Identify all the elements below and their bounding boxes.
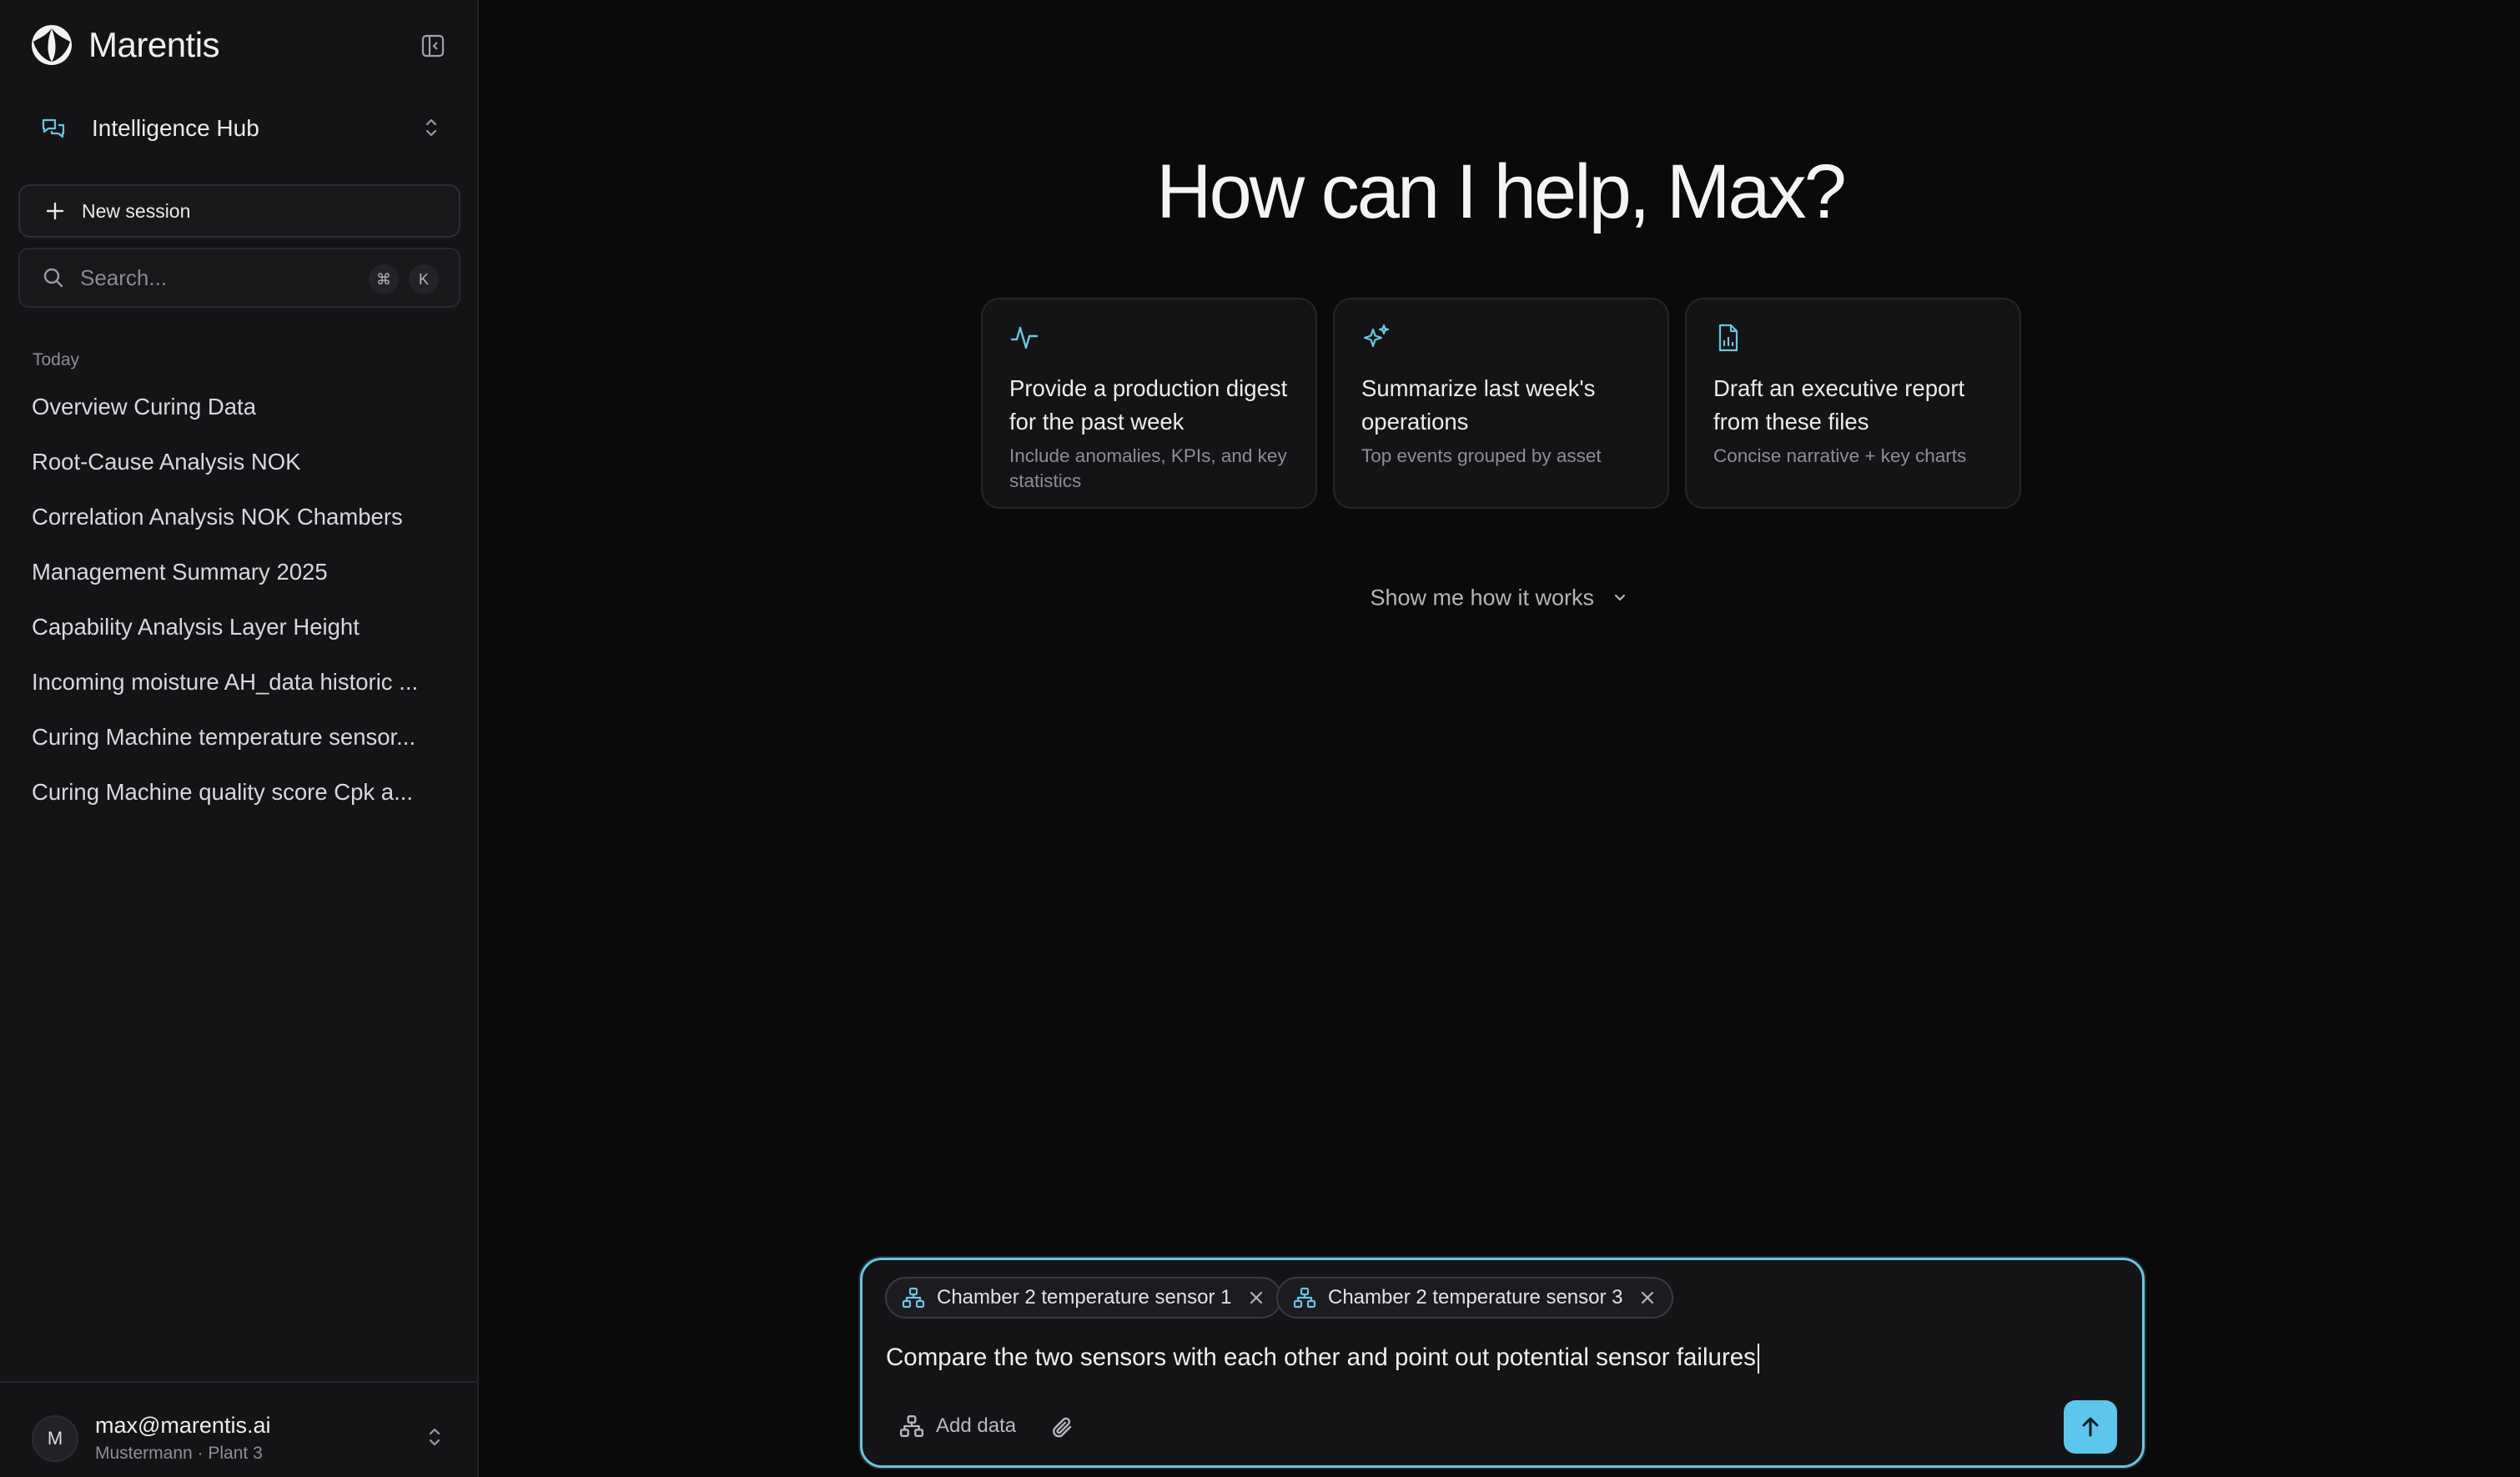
activity-icon (1010, 326, 1039, 349)
session-history-list: Overview Curing Data Root-Cause Analysis… (0, 379, 477, 820)
composer-text: Compare the two sensors with each other … (886, 1344, 1756, 1371)
session-item[interactable]: Management Summary 2025 (0, 545, 477, 600)
suggestion-card-executive-report[interactable]: Draft an executive report from these fil… (1685, 298, 2021, 509)
arrow-up-icon (2082, 1417, 2099, 1437)
marentis-logo-icon (32, 25, 72, 65)
suggestion-card-weekly-summary[interactable]: Summarize last week's operations Top eve… (1333, 298, 1669, 509)
close-icon (1641, 1291, 1653, 1304)
workspace-label: Intelligence Hub (92, 115, 259, 141)
paperclip-icon (1053, 1417, 1072, 1438)
session-item[interactable]: Incoming moisture AH_data historic ... (0, 655, 477, 710)
chevron-down-icon (1614, 594, 1625, 600)
hierarchy-icon (899, 1415, 924, 1437)
file-chart-icon (1718, 324, 1738, 352)
plus-icon (46, 202, 64, 220)
suggestion-card-production-digest[interactable]: Provide a production digest for the past… (981, 298, 1317, 509)
new-session-button[interactable]: New session (18, 184, 460, 238)
chevron-up-down-icon (429, 1428, 440, 1446)
session-item[interactable]: Capability Analysis Layer Height (0, 600, 477, 655)
hierarchy-icon (902, 1287, 925, 1309)
search-icon (43, 268, 63, 288)
card-title: Summarize last week's operations (1361, 375, 1596, 435)
collapse-sidebar-button[interactable] (417, 30, 449, 62)
card-subtitle: Include anomalies, KPIs, and key statist… (1009, 445, 1287, 491)
chat-bubbles-icon (42, 118, 65, 138)
close-icon (1250, 1291, 1262, 1304)
card-title: Provide a production digest for the past… (1009, 375, 1288, 435)
user-menu[interactable]: M max@marentis.ai Mustermann · Plant 3 (32, 1413, 449, 1464)
message-composer[interactable]: Chamber 2 temperature sensor 1 Chamber 2… (860, 1258, 2145, 1468)
show-how-it-works-button[interactable]: Show me how it works (480, 584, 2520, 610)
session-item[interactable]: Correlation Analysis NOK Chambers (0, 490, 477, 545)
add-data-button[interactable]: Add data (899, 1414, 1016, 1439)
add-data-label: Add data (936, 1414, 1017, 1437)
user-subtitle: Mustermann · Plant 3 (95, 1444, 263, 1463)
sidebar: Marentis Intelligence Hub New session ⌘ (0, 0, 479, 1477)
greeting-title: How can I help, Max? (1156, 149, 1847, 234)
shortcut-k-key: K (409, 264, 439, 294)
brand[interactable]: Marentis (30, 23, 220, 67)
remove-chip-button[interactable] (1247, 1289, 1265, 1307)
data-chip-sensor-3[interactable]: Chamber 2 temperature sensor 3 (1276, 1277, 1673, 1319)
main-panel: How can I help, Max? Provide a productio… (480, 0, 2520, 1477)
shortcut-cmd-key: ⌘ (369, 264, 399, 294)
data-chip-sensor-1[interactable]: Chamber 2 temperature sensor 1 (885, 1277, 1282, 1319)
app-name: Marentis (88, 25, 220, 64)
composer-input[interactable]: Compare the two sensors with each other … (886, 1344, 1759, 1374)
chip-label: Chamber 2 temperature sensor 3 (1328, 1286, 1623, 1309)
remove-chip-button[interactable] (1638, 1289, 1657, 1307)
workspace-switcher[interactable]: Intelligence Hub (20, 105, 459, 152)
sidebar-collapse-icon (421, 34, 445, 58)
history-section-label: Today (33, 350, 80, 369)
session-item[interactable]: Curing Machine quality score Cpk a... (0, 765, 477, 820)
session-item[interactable]: Root-Cause Analysis NOK (0, 435, 477, 490)
sparkles-icon (1363, 324, 1390, 348)
new-session-label: New session (82, 199, 191, 222)
attach-file-button[interactable] (1050, 1415, 1075, 1444)
avatar: M (32, 1414, 78, 1462)
card-title: Draft an executive report from these fil… (1713, 375, 1965, 435)
how-it-works-label: Show me how it works (1370, 585, 1595, 610)
session-item[interactable]: Overview Curing Data (0, 379, 477, 435)
user-email: max@marentis.ai (95, 1413, 271, 1438)
chip-label: Chamber 2 temperature sensor 1 (937, 1286, 1232, 1309)
hierarchy-icon (1293, 1287, 1316, 1309)
text-caret (1757, 1344, 1759, 1374)
search-box[interactable]: ⌘ K (18, 248, 460, 308)
card-subtitle: Top events grouped by asset (1361, 445, 1602, 466)
card-subtitle: Concise narrative + key charts (1713, 445, 1967, 466)
send-button[interactable] (2064, 1400, 2117, 1454)
divider (0, 1381, 477, 1383)
search-input[interactable] (80, 264, 330, 291)
chevron-up-down-icon (425, 118, 437, 137)
session-item[interactable]: Curing Machine temperature sensor... (0, 710, 477, 765)
